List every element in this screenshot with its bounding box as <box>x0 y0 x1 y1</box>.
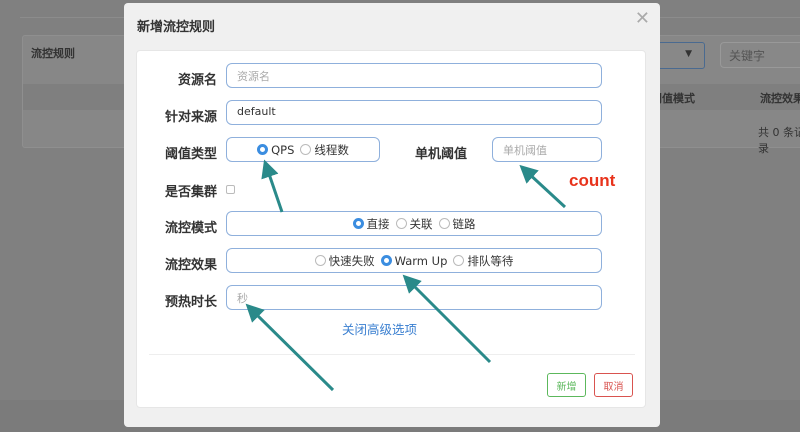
arrow-to-grade <box>261 159 284 213</box>
arrow-to-warmup-period <box>245 303 335 392</box>
arrow-to-warmup <box>402 274 492 364</box>
arrow-to-threshold <box>519 164 567 209</box>
annotation-arrows <box>245 159 567 392</box>
